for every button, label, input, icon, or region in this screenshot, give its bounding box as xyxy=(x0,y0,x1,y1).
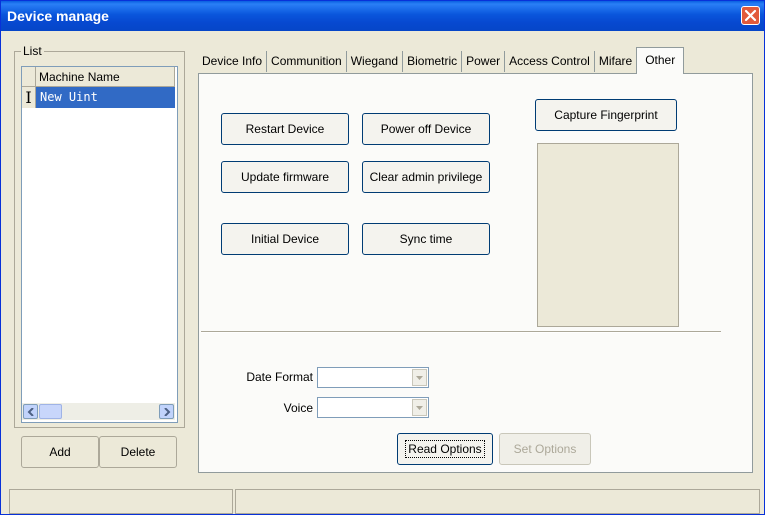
sync-time-label: Sync time xyxy=(399,232,453,246)
voice-dropdown-button[interactable] xyxy=(412,399,427,416)
window-title: Device manage xyxy=(7,8,109,24)
title-bar[interactable]: Device manage xyxy=(1,1,764,31)
restart-device-button[interactable]: Restart Device xyxy=(221,113,349,145)
close-icon xyxy=(744,9,757,22)
status-bar xyxy=(9,489,762,514)
fingerprint-image-box xyxy=(537,143,679,327)
clear-admin-privilege-button[interactable]: Clear admin privilege xyxy=(362,161,490,193)
close-button[interactable] xyxy=(741,6,760,25)
clear-admin-privilege-label: Clear admin privilege xyxy=(369,170,483,184)
set-options-label: Set Options xyxy=(513,442,577,456)
tab-mifare[interactable]: Mifare xyxy=(595,51,636,72)
scroll-right-button[interactable] xyxy=(159,404,174,419)
power-off-device-button[interactable]: Power off Device xyxy=(362,113,490,145)
sync-time-button[interactable]: Sync time xyxy=(362,223,490,255)
tab-access-control[interactable]: Access Control xyxy=(505,51,595,72)
list-item[interactable]: I New Uint xyxy=(22,87,175,108)
row-indicator-header xyxy=(22,67,36,87)
update-firmware-button[interactable]: Update firmware xyxy=(221,161,349,193)
tab-power[interactable]: Power xyxy=(462,51,506,72)
add-button-label: Add xyxy=(49,445,71,459)
list-header: Machine Name xyxy=(22,67,175,87)
initial-device-button[interactable]: Initial Device xyxy=(221,223,349,255)
delete-button-label: Delete xyxy=(120,445,156,459)
voice-label: Voice xyxy=(283,401,313,415)
scroll-thumb[interactable] xyxy=(39,404,62,419)
capture-fingerprint-label: Capture Fingerprint xyxy=(554,108,658,122)
date-format-dropdown-button[interactable] xyxy=(412,369,427,386)
tab-strip: Device Info Communition Wiegand Biometri… xyxy=(198,47,685,74)
tab-wiegand[interactable]: Wiegand xyxy=(347,51,404,72)
tab-biometric[interactable]: Biometric xyxy=(403,51,463,72)
horizontal-scrollbar[interactable] xyxy=(22,403,175,420)
device-manage-window: Device manage List Machine Name I New Ui… xyxy=(0,0,765,515)
arrow-right-icon xyxy=(164,408,171,416)
capture-fingerprint-button[interactable]: Capture Fingerprint xyxy=(535,99,677,131)
read-options-button[interactable]: Read Options xyxy=(397,433,493,465)
date-format-select[interactable] xyxy=(317,367,429,388)
restart-device-label: Restart Device xyxy=(245,122,325,136)
scroll-left-button[interactable] xyxy=(23,404,38,419)
power-off-device-label: Power off Device xyxy=(380,122,472,136)
read-options-label: Read Options xyxy=(405,440,485,458)
set-options-button[interactable]: Set Options xyxy=(499,433,591,465)
chevron-down-icon xyxy=(416,406,423,410)
tab-device-info[interactable]: Device Info xyxy=(198,51,268,72)
chevron-down-icon xyxy=(416,376,423,380)
machine-list[interactable]: Machine Name I New Uint xyxy=(21,66,178,423)
section-divider xyxy=(201,331,721,333)
status-panel-right xyxy=(235,489,760,514)
machine-name-cell[interactable]: New Uint xyxy=(36,87,175,108)
tab-communition[interactable]: Communition xyxy=(267,51,347,72)
initial-device-label: Initial Device xyxy=(250,232,320,246)
list-group-label: List xyxy=(21,44,44,58)
delete-button[interactable]: Delete xyxy=(99,436,177,468)
tab-other[interactable]: Other xyxy=(636,47,685,74)
arrow-left-icon xyxy=(27,408,34,416)
update-firmware-label: Update firmware xyxy=(240,170,330,184)
status-panel-left xyxy=(9,489,233,514)
add-button[interactable]: Add xyxy=(21,436,99,468)
row-edit-indicator: I xyxy=(22,87,36,108)
voice-select[interactable] xyxy=(317,397,429,418)
machine-name-column-header[interactable]: Machine Name xyxy=(36,67,175,87)
date-format-label: Date Format xyxy=(246,370,313,384)
